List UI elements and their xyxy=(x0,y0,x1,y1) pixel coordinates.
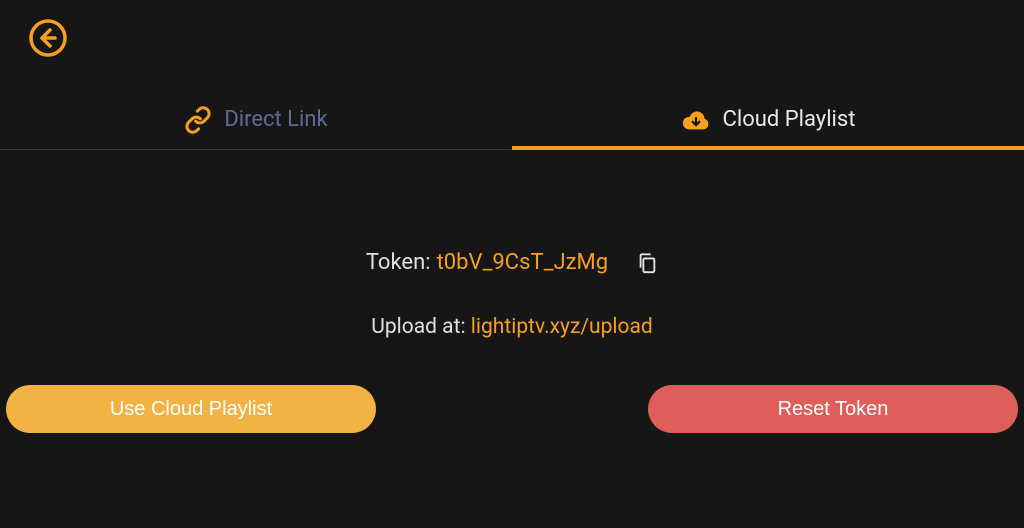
back-button[interactable] xyxy=(28,18,68,58)
tab-cloud-playlist[interactable]: Cloud Playlist xyxy=(512,90,1024,149)
tab-cloud-playlist-label: Cloud Playlist xyxy=(723,107,856,132)
tab-bar: Direct Link Cloud Playlist xyxy=(0,90,1024,150)
token-row: Token: t0bV_9CsT_JzMg xyxy=(0,250,1024,275)
tab-direct-link-label: Direct Link xyxy=(224,107,327,132)
use-cloud-playlist-button[interactable]: Use Cloud Playlist xyxy=(6,385,376,433)
tab-direct-link[interactable]: Direct Link xyxy=(0,90,512,149)
content-area: Token: t0bV_9CsT_JzMg Upload at: lightip… xyxy=(0,250,1024,339)
back-arrow-icon xyxy=(28,18,68,58)
upload-url[interactable]: lightiptv.xyz/upload xyxy=(471,315,653,339)
copy-icon xyxy=(636,252,658,274)
token-label: Token: xyxy=(366,250,431,275)
action-buttons: Use Cloud Playlist Reset Token xyxy=(0,385,1024,433)
cloud-download-icon xyxy=(681,107,711,133)
link-icon xyxy=(184,106,212,134)
token-value: t0bV_9CsT_JzMg xyxy=(437,250,609,275)
copy-button[interactable] xyxy=(636,252,658,274)
upload-label: Upload at: xyxy=(371,315,471,339)
upload-row: Upload at: lightiptv.xyz/upload xyxy=(0,315,1024,339)
reset-token-button[interactable]: Reset Token xyxy=(648,385,1018,433)
